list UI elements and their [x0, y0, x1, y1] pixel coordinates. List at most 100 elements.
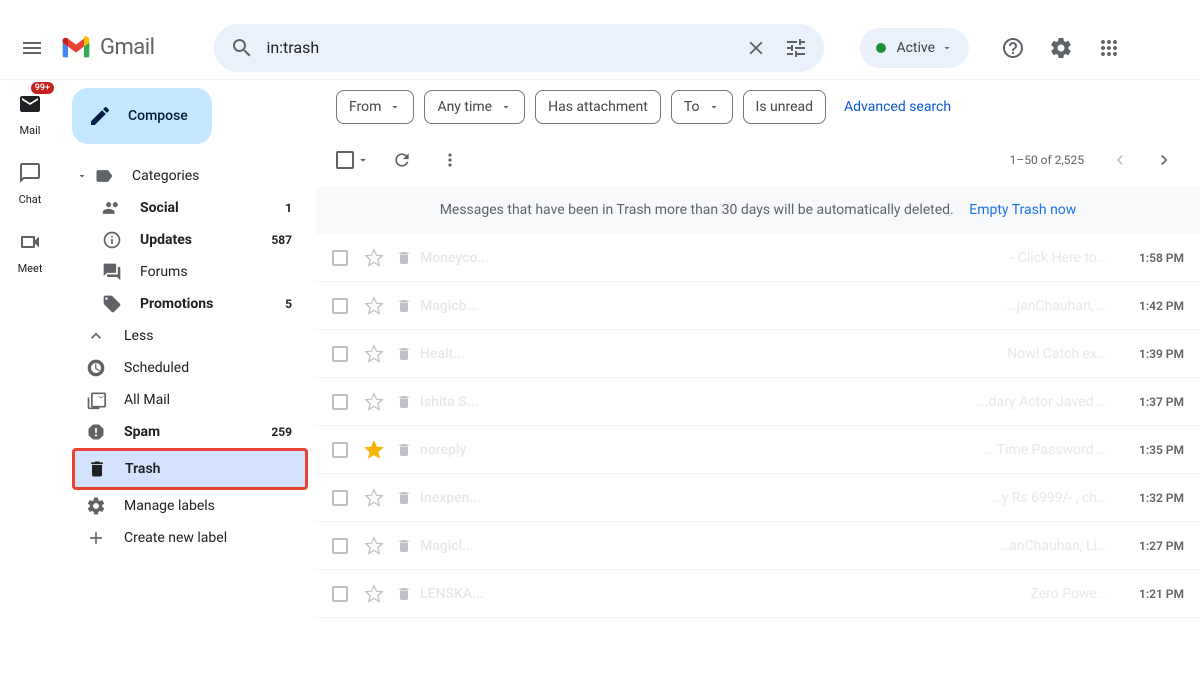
row-checkbox[interactable] — [332, 442, 352, 458]
clear-search-button[interactable] — [736, 28, 776, 68]
star-button[interactable] — [364, 344, 384, 364]
chevron-down-icon — [941, 42, 953, 54]
nav-categories[interactable]: Categories — [60, 160, 316, 192]
row-sender: Moneyco... — [420, 250, 600, 266]
email-list: Moneyco... - Click Here to... 1:58 PM Ma… — [316, 234, 1200, 675]
star-button[interactable] — [364, 440, 384, 460]
trash-indicator-icon — [396, 250, 412, 266]
email-row[interactable]: LENSKA... Zero Powe... 1:21 PM — [316, 570, 1200, 618]
stacked-mail-icon — [86, 390, 106, 410]
row-checkbox[interactable] — [332, 538, 352, 554]
nav-scheduled[interactable]: Scheduled — [60, 352, 304, 384]
status-text: Active — [896, 40, 935, 56]
email-row[interactable]: Ishita S... ...dary Actor Javed ... 1:37… — [316, 378, 1200, 426]
status-dot-icon — [876, 43, 886, 53]
help-icon — [1001, 36, 1025, 60]
nav-social[interactable]: Social 1 — [60, 192, 304, 224]
star-button[interactable] — [364, 296, 384, 316]
star-icon — [364, 584, 384, 604]
search-options-button[interactable] — [776, 28, 816, 68]
empty-trash-link[interactable]: Empty Trash now — [969, 202, 1076, 218]
filter-unread[interactable]: Is unread — [743, 90, 827, 124]
mail-badge: 99+ — [31, 82, 54, 94]
more-button[interactable] — [430, 140, 470, 180]
nav-updates[interactable]: Updates 587 — [60, 224, 304, 256]
nav-forums[interactable]: Forums — [60, 256, 304, 288]
nav-promotions[interactable]: Promotions 5 — [60, 288, 304, 320]
rail-meet[interactable]: Meet — [14, 226, 46, 275]
filter-to[interactable]: To — [671, 90, 733, 124]
nav-allmail[interactable]: All Mail — [60, 384, 304, 416]
gmail-logo[interactable]: Gmail — [60, 32, 154, 64]
row-sender: noreply — [420, 442, 600, 458]
apps-button[interactable] — [1089, 28, 1129, 68]
row-subject: ...janChauhan, ... — [600, 298, 1124, 314]
star-icon — [364, 488, 384, 508]
email-row[interactable]: Magicb... ...janChauhan, ... 1:42 PM — [316, 282, 1200, 330]
main-menu-button[interactable] — [8, 24, 56, 72]
email-row[interactable]: Healt... Now! Catch ex... 1:39 PM — [316, 330, 1200, 378]
email-row[interactable]: Inexpen... ...y Rs 6999/- , ch... 1:32 P… — [316, 474, 1200, 522]
row-checkbox[interactable] — [332, 394, 352, 410]
support-button[interactable] — [993, 28, 1033, 68]
star-button[interactable] — [364, 392, 384, 412]
compose-button[interactable]: Compose — [72, 88, 212, 144]
row-subject: Zero Powe... — [600, 586, 1124, 602]
star-button[interactable] — [364, 248, 384, 268]
filter-attachment[interactable]: Has attachment — [535, 90, 661, 124]
trash-indicator-icon — [396, 298, 412, 314]
tune-icon — [784, 36, 808, 60]
row-sender: Inexpen... — [420, 490, 600, 506]
label-icon — [94, 166, 114, 186]
star-button[interactable] — [364, 488, 384, 508]
forum-icon — [102, 262, 122, 282]
gmail-icon — [60, 32, 92, 64]
star-button[interactable] — [364, 584, 384, 604]
filter-anytime[interactable]: Any time — [424, 90, 525, 124]
rail-mail[interactable]: 99+ Mail — [14, 88, 46, 137]
status-selector[interactable]: Active — [860, 28, 969, 68]
email-row[interactable]: Magicl... ...anChauhan, Li... 1:27 PM — [316, 522, 1200, 570]
row-checkbox[interactable] — [332, 586, 352, 602]
nav-trash[interactable]: Trash — [72, 448, 308, 490]
older-button[interactable] — [1144, 140, 1184, 180]
trash-indicator-icon — [396, 346, 412, 362]
tag-icon — [102, 294, 122, 314]
row-checkbox[interactable] — [332, 490, 352, 506]
hamburger-icon — [20, 36, 44, 60]
settings-button[interactable] — [1041, 28, 1081, 68]
nav-create-label[interactable]: Create new label — [60, 522, 304, 554]
row-time: 1:37 PM — [1124, 395, 1184, 409]
row-sender: Ishita S... — [420, 394, 600, 410]
refresh-icon — [392, 150, 412, 170]
filter-from[interactable]: From — [336, 90, 414, 124]
row-subject: Now! Catch ex... — [600, 346, 1124, 362]
row-checkbox[interactable] — [332, 346, 352, 362]
search-button[interactable] — [222, 28, 262, 68]
pencil-icon — [88, 104, 112, 128]
select-all-checkbox[interactable] — [332, 147, 374, 173]
apps-icon — [1097, 36, 1121, 60]
rail-chat[interactable]: Chat — [14, 157, 46, 206]
email-row[interactable]: noreply ...Time Password ... 1:35 PM — [316, 426, 1200, 474]
row-time: 1:35 PM — [1124, 443, 1184, 457]
refresh-button[interactable] — [382, 140, 422, 180]
star-button[interactable] — [364, 536, 384, 556]
schedule-icon — [86, 358, 106, 378]
mail-icon — [18, 92, 42, 116]
advanced-search-link[interactable]: Advanced search — [844, 99, 951, 115]
row-checkbox[interactable] — [332, 298, 352, 314]
nav-less[interactable]: Less — [60, 320, 304, 352]
row-subject: ...dary Actor Javed ... — [600, 394, 1124, 410]
gear-icon — [1049, 36, 1073, 60]
search-icon — [230, 36, 254, 60]
nav-spam[interactable]: Spam 259 — [60, 416, 304, 448]
email-row[interactable]: Moneyco... - Click Here to... 1:58 PM — [316, 234, 1200, 282]
search-input[interactable] — [262, 38, 736, 57]
newer-button[interactable] — [1100, 140, 1140, 180]
row-checkbox[interactable] — [332, 250, 352, 266]
nav-manage-labels[interactable]: Manage labels — [60, 490, 304, 522]
chevron-down-icon — [76, 170, 88, 182]
row-sender: Magicb... — [420, 298, 600, 314]
row-subject: - Click Here to... — [600, 250, 1124, 266]
